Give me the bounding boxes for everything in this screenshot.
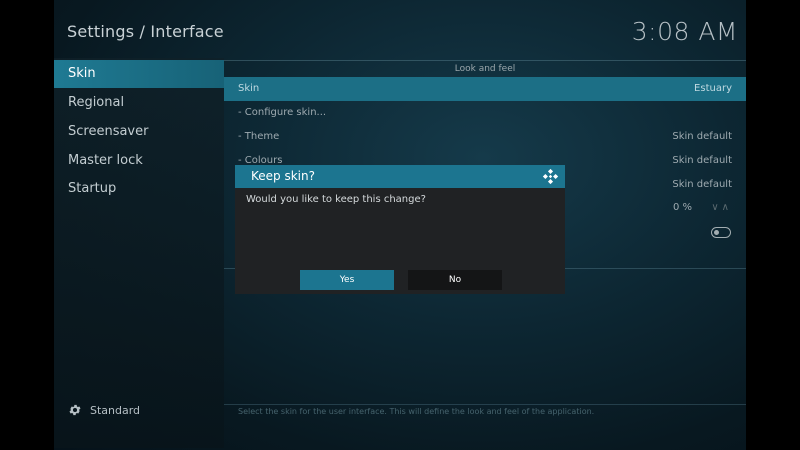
dialog-title-bar: Keep skin? [235, 165, 565, 188]
setting-value: Skin default [672, 155, 732, 166]
settings-level-button[interactable]: Standard [68, 403, 140, 417]
kodi-logo-icon [542, 168, 559, 185]
sidebar-item-regional[interactable]: Regional [54, 89, 224, 117]
setting-label: - Configure skin... [238, 107, 327, 118]
sidebar-item-startup[interactable]: Startup [54, 175, 224, 203]
divider [224, 404, 746, 405]
sidebar-item-skin[interactable]: Skin [54, 60, 224, 88]
setting-row-skin[interactable]: Skin Estuary [224, 77, 746, 101]
sidebar: Skin Regional Screensaver Master lock St… [54, 58, 224, 448]
setting-value: 0 % [672, 202, 692, 213]
setting-row-configure-skin[interactable]: - Configure skin... [224, 101, 746, 125]
help-text: Select the skin for the user interface. … [238, 407, 595, 416]
toggle-switch[interactable] [711, 227, 731, 238]
page-title: Settings / Interface [67, 22, 224, 41]
yes-button[interactable]: Yes [300, 270, 394, 290]
setting-value: Estuary [694, 83, 732, 94]
sidebar-item-master-lock[interactable]: Master lock [54, 147, 224, 175]
dialog-title: Keep skin? [251, 169, 315, 183]
clock: 3:08 AM [631, 17, 738, 46]
gear-icon [69, 404, 81, 416]
section-header: Look and feel [224, 60, 746, 77]
spin-arrows-icon[interactable]: ∨∧ [711, 196, 732, 220]
setting-value: Skin default [672, 131, 732, 142]
setting-value: Skin default [672, 179, 732, 190]
keep-skin-dialog: Keep skin? Would you like to keep this c… [235, 165, 565, 294]
sidebar-item-screensaver[interactable]: Screensaver [54, 118, 224, 146]
settings-window: Settings / Interface 3:08 AM Skin Region… [54, 0, 746, 450]
setting-label: Skin [238, 83, 260, 94]
settings-level-label: Standard [90, 403, 141, 417]
dialog-message: Would you like to keep this change? [246, 194, 426, 205]
setting-row-theme[interactable]: - Theme Skin default [224, 125, 746, 149]
no-button[interactable]: No [408, 270, 502, 290]
setting-label: - Theme [238, 131, 280, 142]
